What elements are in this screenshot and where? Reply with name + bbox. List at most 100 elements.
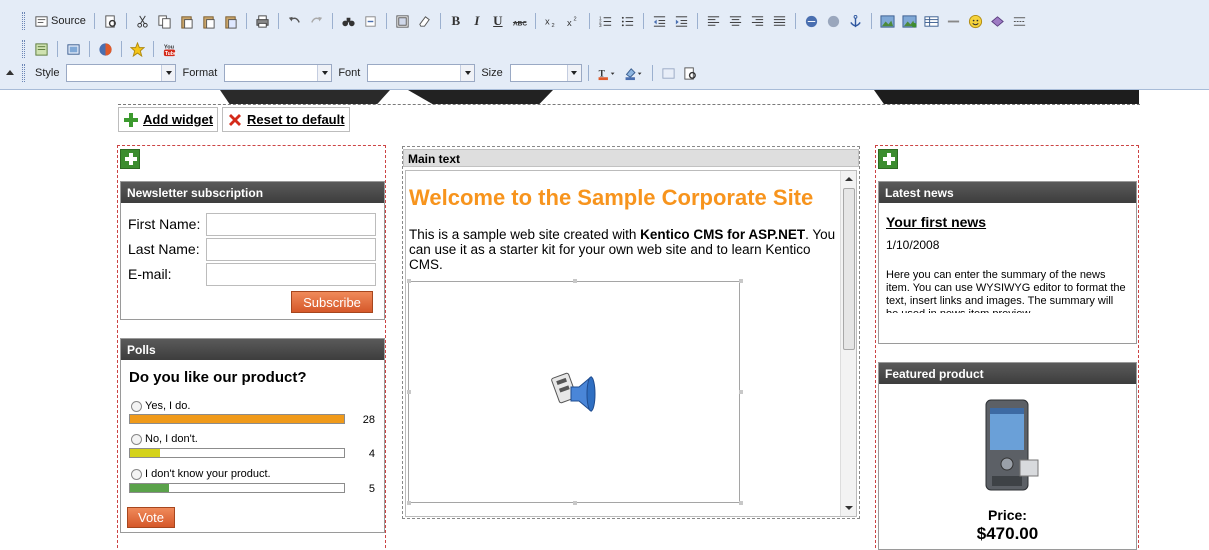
insert-image-button[interactable] [878,12,897,30]
first-name-field[interactable] [206,212,376,236]
horizontal-rule-button[interactable] [944,12,963,30]
unlink-button[interactable] [824,12,843,30]
toolbar-row-3: Style Format Font Size T [22,62,700,84]
preview-icon [105,14,116,28]
toolbar-separator [588,13,590,29]
page-break-icon [1013,16,1025,26]
redo-button[interactable] [307,12,326,30]
show-blocks-button[interactable] [681,64,700,82]
replace-icon [365,15,376,27]
eraser-icon [419,15,430,27]
red-x-icon [229,113,242,126]
remove-format-button[interactable] [415,12,434,30]
anchor-button[interactable] [846,12,865,30]
subscribe-button[interactable]: Subscribe [291,291,373,313]
add-widget-button[interactable]: Add widget [118,107,219,132]
scroll-down-icon[interactable] [845,506,853,510]
insert-media-button[interactable] [64,40,83,58]
toolbar-separator [794,13,796,29]
email-field[interactable] [206,262,376,286]
vote-button[interactable]: Vote [127,507,175,528]
toolbar-grip[interactable] [22,64,25,82]
radio-button[interactable] [131,468,142,480]
page-heading: Welcome to the Sample Corporate Site [409,185,814,210]
size-dropdown[interactable] [509,64,582,82]
paste-icon [181,15,193,29]
add-widget-zone-right-icon[interactable] [878,149,898,169]
style-label: Style [35,67,60,79]
media-placeholder[interactable] [407,279,743,505]
toolbar-grip[interactable] [22,12,25,30]
numbered-list-button[interactable]: 123 [596,12,615,30]
radio-button[interactable] [131,400,142,412]
toolbar-separator [153,41,154,57]
paste-text-button[interactable] [199,12,218,30]
link-button[interactable] [802,12,821,30]
right-widget-zone: Latest news Your first news 1/10/2008 He… [875,145,1139,550]
poll-option[interactable]: Yes, I do. [131,400,190,412]
maximize-button[interactable] [659,64,678,82]
preview-button[interactable] [101,12,120,30]
subscript-button[interactable]: x2 [542,12,561,30]
reset-to-default-label: Reset to default [247,112,345,127]
product-image[interactable] [954,394,1064,502]
indent-button[interactable] [672,12,691,30]
insert-form-button[interactable] [32,40,51,58]
paste-button[interactable] [177,12,196,30]
image-icon [880,14,895,28]
special-char-button[interactable] [988,12,1007,30]
poll-option[interactable]: No, I don't. [131,433,198,445]
first-name-row: First Name: [128,212,376,236]
text-color-button[interactable]: T [595,64,619,82]
insert-table-button[interactable] [922,12,941,30]
news-item-title[interactable]: Your first news [886,214,986,230]
background-color-icon [625,67,642,80]
last-name-field[interactable] [206,237,376,261]
align-right-button[interactable] [748,12,767,30]
justify-button[interactable] [770,12,789,30]
replace-button[interactable] [361,12,380,30]
show-blocks-icon [684,66,696,80]
undo-button[interactable] [285,12,304,30]
collapse-toolbar-icon[interactable] [6,70,14,75]
align-left-button[interactable] [704,12,723,30]
italic-button[interactable]: I [468,12,486,30]
print-button[interactable] [253,12,272,30]
font-dropdown[interactable] [367,64,476,82]
toolbar-grip[interactable] [22,40,25,58]
cut-button[interactable] [133,12,152,30]
background-color-button[interactable] [622,64,646,82]
insert-youtube-button[interactable]: You Tube [160,40,179,58]
poll-option[interactable]: I don't know your product. [131,468,271,480]
insert-widget-button[interactable] [128,40,147,58]
align-center-button[interactable] [726,12,745,30]
select-all-button[interactable] [393,12,412,30]
source-button[interactable]: Source [32,12,88,30]
strikethrough-button[interactable]: ABC [510,12,529,30]
justify-icon [773,15,785,26]
smiley-button[interactable] [966,12,985,30]
numbered-list-icon: 123 [599,15,611,28]
smiley-icon [968,14,982,28]
radio-button[interactable] [131,433,142,445]
underline-button[interactable]: U [489,12,507,30]
align-right-icon [751,15,763,26]
outdent-button[interactable] [650,12,669,30]
scroll-up-icon[interactable] [845,177,853,181]
insert-flash-button[interactable] [96,40,115,58]
editor-scrollbar[interactable] [840,171,856,516]
copy-button[interactable] [155,12,174,30]
page-break-button[interactable] [1010,12,1029,30]
style-dropdown[interactable] [66,64,177,82]
quickly-insert-image-button[interactable] [900,12,919,30]
format-dropdown[interactable] [224,64,333,82]
scrollbar-thumb[interactable] [843,188,855,350]
bulleted-list-button[interactable] [618,12,637,30]
reset-to-default-button[interactable]: Reset to default [222,107,350,132]
paste-word-button[interactable] [221,12,240,30]
superscript-button[interactable]: x2 [564,12,583,30]
add-widget-zone-left-icon[interactable] [120,149,140,169]
bold-button[interactable]: B [447,12,465,30]
wysiwyg-editor-area[interactable]: Welcome to the Sample Corporate Site Thi… [405,170,857,517]
find-button[interactable] [339,12,358,30]
